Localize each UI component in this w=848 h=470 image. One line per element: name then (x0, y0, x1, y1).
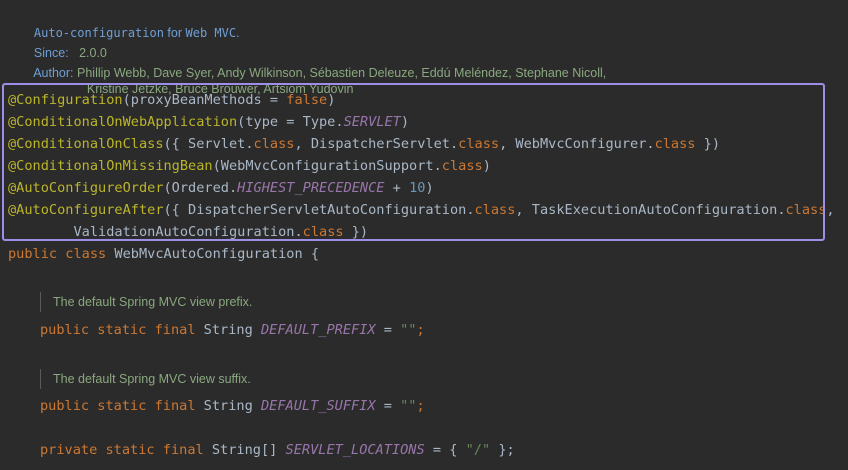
field-javadoc-suffix: The default Spring MVC view suffix. (40, 369, 251, 389)
annotation-conditional-on-missing-bean[interactable]: @ConditionalOnMissingBean (8, 158, 213, 174)
code-line-servlet-locations: private static final String[] SERVLET_LO… (40, 442, 515, 458)
keyword-class: class (65, 246, 107, 262)
code-line-configuration: @Configuration(proxyBeanMethods = false) (8, 92, 336, 108)
annotation-configuration[interactable]: @Configuration (8, 92, 123, 108)
javadoc-author-label: Author: (33, 66, 74, 80)
code-line-default-suffix: public static final String DEFAULT_SUFFI… (40, 398, 425, 414)
constant-servlet: SERVLET (343, 114, 401, 130)
annotation-conditional-on-web-application[interactable]: @ConditionalOnWebApplication (8, 114, 237, 130)
annotation-auto-configure-after[interactable]: @AutoConfigureAfter (8, 202, 164, 218)
code-line-class-declaration: public class WebMvcAutoConfiguration { (8, 244, 319, 264)
annotation-auto-configure-order[interactable]: @AutoConfigureOrder (8, 180, 164, 196)
code-line-default-prefix: public static final String DEFAULT_PREFI… (40, 322, 425, 338)
javadoc-summary-text: for (163, 26, 186, 40)
number-literal-10: 10 (409, 180, 426, 196)
constant-highest-precedence: HIGHEST_PRECEDENCE (237, 180, 385, 196)
annotation-conditional-on-class[interactable]: @ConditionalOnClass (8, 136, 164, 152)
field-default-suffix[interactable]: DEFAULT_SUFFIX (261, 398, 376, 414)
field-javadoc-prefix: The default Spring MVC view prefix. (40, 292, 252, 312)
javadoc-link-web-mvc[interactable]: Web MVC (186, 26, 237, 40)
code-line-auto-configure-after-continued: ValidationAutoConfiguration.class }) (8, 224, 369, 240)
code-line-auto-configure-order: @AutoConfigureOrder(Ordered.HIGHEST_PREC… (8, 180, 434, 196)
code-line-auto-configure-after: @AutoConfigureAfter({ DispatcherServletA… (8, 202, 835, 218)
class-name[interactable]: WebMvcAutoConfiguration { (106, 246, 319, 262)
code-line-on-web-application: @ConditionalOnWebApplication(type = Type… (8, 114, 410, 130)
keyword-public: public (8, 246, 58, 262)
code-line-on-class: @ConditionalOnClass({ Servlet.class, Dis… (8, 136, 721, 152)
field-servlet-locations[interactable]: SERVLET_LOCATIONS (286, 442, 425, 458)
keyword-false: false (286, 92, 328, 108)
code-editor[interactable]: Auto-configuration for Web MVC. Since: 2… (0, 0, 848, 470)
field-default-prefix[interactable]: DEFAULT_PREFIX (261, 322, 376, 338)
code-line-on-missing-bean: @ConditionalOnMissingBean(WebMvcConfigur… (8, 158, 491, 174)
